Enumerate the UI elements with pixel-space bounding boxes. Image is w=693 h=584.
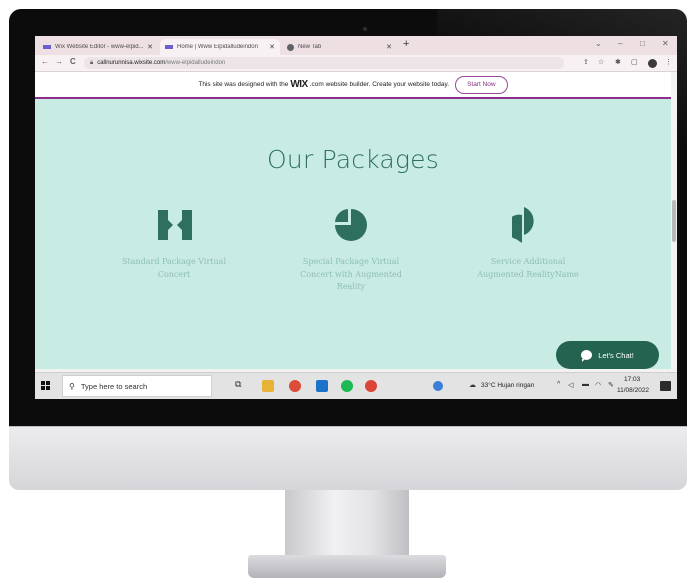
minimize-button[interactable]: – xyxy=(618,39,622,48)
browser-toolbar: ← → C 🔒︎ callnurunnisa.wixsite.com/www-e… xyxy=(35,55,677,72)
chat-bubble-icon xyxy=(581,350,593,362)
tab-search-chevron-icon[interactable]: ⌄ xyxy=(595,39,602,48)
package-line: Service Additional xyxy=(490,257,566,266)
pen-icon[interactable]: ✎ xyxy=(608,381,614,389)
tab-new-tab[interactable]: New Tab ✕ xyxy=(282,39,397,55)
close-icon[interactable]: ✕ xyxy=(269,43,275,51)
profile-icon[interactable] xyxy=(648,59,657,68)
mail-icon[interactable] xyxy=(316,380,328,392)
tray-app-icon[interactable] xyxy=(433,381,443,391)
chrome-icon[interactable] xyxy=(289,380,301,392)
chrome-icon[interactable] xyxy=(365,380,377,392)
chrome-favicon-icon xyxy=(287,43,294,51)
photo-stage: Wix Website Editor - www-elpid... ✕ Home… xyxy=(0,0,693,584)
wix-logo[interactable]: WIX xyxy=(290,79,308,90)
network-icon[interactable]: ◠ xyxy=(595,381,601,389)
package-line: Augmented RealityName xyxy=(477,269,579,279)
url-domain: callnurunnisa.wixsite.com xyxy=(97,60,166,66)
package-label-service: Service Additional Augmented RealityName xyxy=(458,256,598,281)
weather-text[interactable]: 33°C Hujan ringan xyxy=(481,382,534,389)
screen: Wix Website Editor - www-elpid... ✕ Home… xyxy=(35,36,677,399)
lock-icon: 🔒︎ xyxy=(90,59,94,66)
package-line: Concert xyxy=(157,269,191,279)
start-now-button[interactable]: Start Now xyxy=(455,75,508,94)
share-icon[interactable]: ⇪ xyxy=(583,58,589,66)
browser-tab-bar: Wix Website Editor - www-elpid... ✕ Home… xyxy=(35,36,677,55)
search-icon: ⚲ xyxy=(69,381,75,391)
search-placeholder: Type here to search xyxy=(80,381,148,391)
taskbar-search-box[interactable]: ⚲ Type here to search xyxy=(62,375,212,397)
battery-icon[interactable]: ▬ xyxy=(582,381,589,388)
monitor-stand-neck xyxy=(285,490,409,558)
url-path: /www-elpidalludeindon xyxy=(165,60,226,66)
wix-favicon-icon xyxy=(165,45,173,49)
extensions-icon[interactable]: ✱ xyxy=(615,58,621,66)
close-icon[interactable]: ✕ xyxy=(147,43,153,51)
lets-chat-button[interactable]: Let's Chat! xyxy=(556,341,659,369)
windows-taskbar: ⚲ Type here to search ⧉ ☁ 33°C Hujan rin… xyxy=(35,372,677,399)
banner-text-after: .com website builder. Create your websit… xyxy=(309,81,450,88)
pie-shape-icon xyxy=(335,209,367,241)
close-window-button[interactable]: ✕ xyxy=(662,39,669,48)
package-line: Concert with Augmented xyxy=(300,269,402,279)
banner-text-before: This site was designed with the xyxy=(198,81,289,88)
tray-chevron-icon[interactable]: ^ xyxy=(557,381,560,388)
scrollbar-thumb[interactable] xyxy=(672,200,676,242)
forward-button[interactable]: → xyxy=(55,57,63,66)
notification-icon[interactable] xyxy=(660,381,671,391)
wix-favicon-icon xyxy=(43,45,51,49)
volume-icon[interactable]: ◁ xyxy=(568,381,573,389)
reload-button[interactable]: C xyxy=(70,57,76,66)
package-line: Special Package Virtual xyxy=(302,257,400,266)
page-scrollbar[interactable] xyxy=(671,72,677,369)
tab-label: Home | Www Elpidalludeindon xyxy=(177,44,258,50)
weather-icon: ☁ xyxy=(469,382,476,389)
tab-wix-editor[interactable]: Wix Website Editor - www-elpid... ✕ xyxy=(38,39,158,55)
package-label-standard: Standard Package Virtual Concert xyxy=(104,256,244,281)
site-content: Our Packages Standard Package Virtual Co… xyxy=(35,99,671,369)
back-button[interactable]: ← xyxy=(41,57,49,66)
new-tab-button[interactable]: + xyxy=(403,38,409,50)
monitor-stand-foot xyxy=(248,555,446,578)
page-title: Our Packages xyxy=(267,145,439,174)
leaf-shape-icon xyxy=(512,207,534,243)
task-view-icon[interactable]: ⧉ xyxy=(235,379,247,391)
windows-start-icon[interactable] xyxy=(41,381,51,391)
tab-home[interactable]: Home | Www Elpidalludeindon ✕ xyxy=(160,39,280,55)
close-icon[interactable]: ✕ xyxy=(386,43,392,51)
package-label-special: Special Package Virtual Concert with Aug… xyxy=(281,256,421,294)
package-line: Reality xyxy=(336,282,366,291)
maximize-button[interactable]: □ xyxy=(640,39,645,48)
clock-date[interactable]: 11/08/2022 xyxy=(617,387,649,394)
star-icon[interactable]: ☆ xyxy=(598,58,604,66)
spotify-icon[interactable] xyxy=(341,380,353,392)
tab-label: Wix Website Editor - www-elpid... xyxy=(55,44,144,50)
package-line: Standard Package Virtual xyxy=(122,257,226,266)
sidebar-icon[interactable]: ▢ xyxy=(631,58,638,66)
monitor-chin xyxy=(9,426,687,490)
address-bar[interactable]: 🔒︎ callnurunnisa.wixsite.com/www-elpidal… xyxy=(84,57,564,69)
tab-label: New Tab xyxy=(298,44,322,50)
menu-icon[interactable]: ⋮ xyxy=(665,58,672,66)
bowtie-shape-icon xyxy=(158,210,192,240)
chat-button-label: Let's Chat! xyxy=(598,350,634,360)
clock-time[interactable]: 17:03 xyxy=(624,376,640,383)
file-explorer-icon[interactable] xyxy=(262,380,274,392)
webcam xyxy=(363,27,367,31)
wix-promo-banner: This site was designed with the WIX .com… xyxy=(35,72,671,99)
